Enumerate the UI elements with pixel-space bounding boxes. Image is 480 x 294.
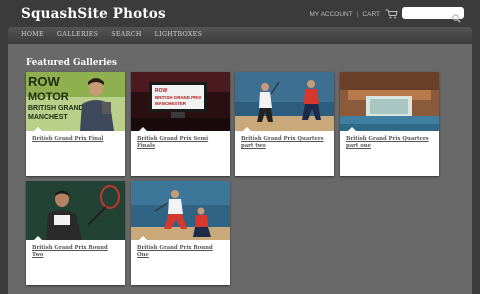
- site-title[interactable]: SquashSite Photos: [21, 6, 166, 22]
- gallery-title-link[interactable]: British Grand Prix Semi Finals: [137, 136, 225, 150]
- gallery-card[interactable]: British Grand Prix Quarters part one: [340, 72, 439, 176]
- thumb-text: BRITISH GRAND: [28, 105, 84, 112]
- section-title: Featured Galleries: [26, 58, 117, 68]
- caption-notch: [33, 236, 43, 241]
- player-photo-icon: [26, 181, 125, 240]
- search-input[interactable]: [402, 7, 464, 23]
- gallery-thumbnail[interactable]: ROW MOTOR BRITISH GRAND MANCHEST: [26, 72, 125, 131]
- cart-icon[interactable]: [385, 9, 398, 19]
- arena-photo-icon: [340, 72, 439, 131]
- gallery-thumbnail[interactable]: ROW BRITISH GRAND PRIX MANCHESTER: [131, 72, 230, 131]
- search-icon[interactable]: [452, 8, 461, 23]
- gallery-title-link[interactable]: British Grand Prix Final: [32, 136, 120, 143]
- gallery-card[interactable]: ROW MOTOR BRITISH GRAND MANCHEST British…: [26, 72, 125, 176]
- thumb-text: MOTOR: [28, 91, 69, 103]
- account-links: MY ACCOUNT | CART: [310, 9, 399, 19]
- nav-lightboxes[interactable]: LIGHTBOXES: [155, 31, 203, 38]
- nav-search[interactable]: SEARCH: [111, 31, 141, 38]
- gallery-card[interactable]: British Grand Prix Quarters part two: [235, 72, 334, 176]
- thumb-text: MANCHESTER: [155, 101, 187, 106]
- nav-home[interactable]: HOME: [21, 31, 44, 38]
- gallery-card[interactable]: British Grand Prix Round One: [131, 181, 230, 285]
- gallery-thumbnail[interactable]: [235, 72, 334, 131]
- thumb-text: ROW: [155, 88, 168, 94]
- caption-notch: [138, 127, 148, 132]
- thumb-text: ROW: [28, 74, 61, 89]
- content-panel: Featured Galleries ROW MOTOR BRITISH GRA…: [8, 44, 472, 294]
- banner-photo-icon: ROW MOTOR BRITISH GRAND MANCHEST: [26, 72, 125, 131]
- gallery-card[interactable]: ROW BRITISH GRAND PRIX MANCHESTER Britis…: [131, 72, 230, 176]
- screen-photo-icon: ROW BRITISH GRAND PRIX MANCHESTER: [131, 72, 230, 131]
- gallery-thumbnail[interactable]: [26, 181, 125, 240]
- gallery-title-link[interactable]: British Grand Prix Quarters part two: [241, 136, 329, 150]
- my-account-link[interactable]: MY ACCOUNT: [310, 11, 353, 18]
- gallery-card[interactable]: British Grand Prix Round Two: [26, 181, 125, 285]
- court-players-icon: [235, 72, 334, 131]
- gallery-thumbnail[interactable]: [131, 181, 230, 240]
- caption-notch: [242, 127, 252, 132]
- cart-link[interactable]: CART: [362, 11, 380, 18]
- nav-galleries[interactable]: GALLERIES: [57, 31, 98, 38]
- gallery-title-link[interactable]: British Grand Prix Round One: [137, 245, 225, 259]
- court-action-icon: [131, 181, 230, 240]
- caption-notch: [347, 127, 357, 132]
- gallery-title-link[interactable]: British Grand Prix Quarters part one: [346, 136, 434, 150]
- link-separator: |: [356, 10, 359, 18]
- gallery-title-link[interactable]: British Grand Prix Round Two: [32, 245, 120, 259]
- caption-notch: [33, 127, 43, 132]
- gallery-thumbnail[interactable]: [340, 72, 439, 131]
- main-nav: HOME GALLERIES SEARCH LIGHTBOXES: [8, 27, 472, 42]
- thumb-text: MANCHEST: [28, 114, 68, 121]
- thumb-text: BRITISH GRAND PRIX: [155, 95, 201, 100]
- caption-notch: [138, 236, 148, 241]
